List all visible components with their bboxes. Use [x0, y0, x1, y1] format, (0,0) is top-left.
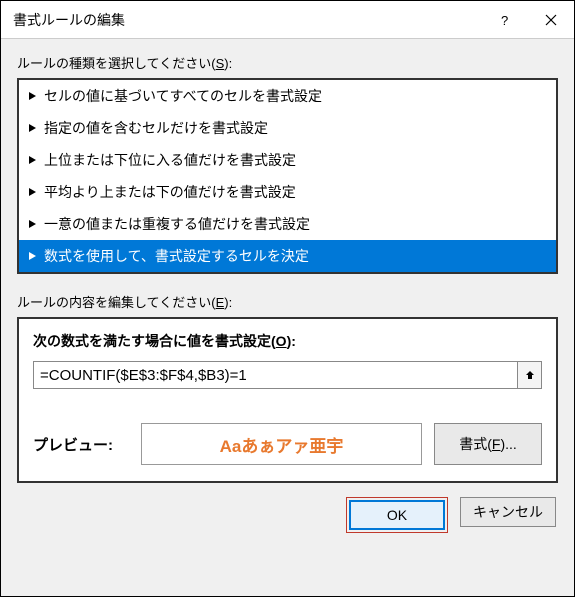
rule-type-text: セルの値に基づいてすべてのセルを書式設定: [44, 86, 322, 106]
rule-type-text: 上位または下位に入る値だけを書式設定: [44, 150, 296, 170]
dialog-body: ルールの種類を選択してください(S): セルの値に基づいてすべてのセルを書式設定…: [1, 39, 574, 596]
range-selector-button[interactable]: [518, 361, 542, 389]
rule-type-item[interactable]: 平均より上または下の値だけを書式設定: [19, 176, 556, 208]
rule-content-label: ルールの内容を編集してください(E):: [17, 292, 558, 311]
dialog-footer: OK キャンセル: [17, 497, 558, 533]
rule-type-text: 指定の値を含むセルだけを書式設定: [44, 118, 268, 138]
rule-type-item[interactable]: 上位または下位に入る値だけを書式設定: [19, 144, 556, 176]
triangle-icon: [29, 188, 36, 196]
svg-text:?: ?: [501, 14, 508, 26]
rule-type-label: ルールの種類を選択してください(S):: [17, 53, 558, 72]
triangle-icon: [29, 252, 36, 260]
ok-button[interactable]: OK: [349, 500, 445, 530]
triangle-icon: [29, 156, 36, 164]
formula-input[interactable]: [33, 361, 518, 389]
close-button[interactable]: [528, 1, 574, 39]
triangle-icon: [29, 124, 36, 132]
formula-label: 次の数式を満たす場合に値を書式設定(O):: [33, 331, 542, 351]
close-icon: [545, 14, 557, 26]
preview-row: プレビュー: Aaあぁアァ亜宇 書式(F)...: [33, 423, 542, 465]
ok-highlight: OK: [346, 497, 448, 533]
format-button[interactable]: 書式(F)...: [434, 423, 542, 465]
formula-row: [33, 361, 542, 389]
dialog-title: 書式ルールの編集: [13, 10, 482, 30]
preview-label: プレビュー:: [33, 434, 129, 455]
rule-type-list[interactable]: セルの値に基づいてすべてのセルを書式設定 指定の値を含むセルだけを書式設定 上位…: [17, 78, 558, 274]
rule-type-item[interactable]: 一意の値または重複する値だけを書式設定: [19, 208, 556, 240]
rule-type-text: 数式を使用して、書式設定するセルを決定: [44, 246, 309, 266]
help-button[interactable]: ?: [482, 1, 528, 39]
rule-type-item[interactable]: 指定の値を含むセルだけを書式設定: [19, 112, 556, 144]
help-icon: ?: [499, 14, 511, 26]
rule-type-text: 平均より上または下の値だけを書式設定: [44, 182, 296, 202]
triangle-icon: [29, 220, 36, 228]
rule-type-item-selected[interactable]: 数式を使用して、書式設定するセルを決定: [19, 240, 556, 272]
triangle-icon: [29, 92, 36, 100]
collapse-dialog-icon: [524, 369, 536, 381]
cancel-button[interactable]: キャンセル: [460, 497, 556, 527]
rule-content-box: 次の数式を満たす場合に値を書式設定(O): プレビュー: Aaあぁアァ亜宇 書式…: [17, 317, 558, 483]
rule-type-text: 一意の値または重複する値だけを書式設定: [44, 214, 310, 234]
edit-format-rule-dialog: 書式ルールの編集 ? ルールの種類を選択してください(S): セルの値に基づいて…: [0, 0, 575, 597]
preview-sample: Aaあぁアァ亜宇: [141, 423, 422, 465]
rule-type-item[interactable]: セルの値に基づいてすべてのセルを書式設定: [19, 80, 556, 112]
titlebar: 書式ルールの編集 ?: [1, 1, 574, 39]
